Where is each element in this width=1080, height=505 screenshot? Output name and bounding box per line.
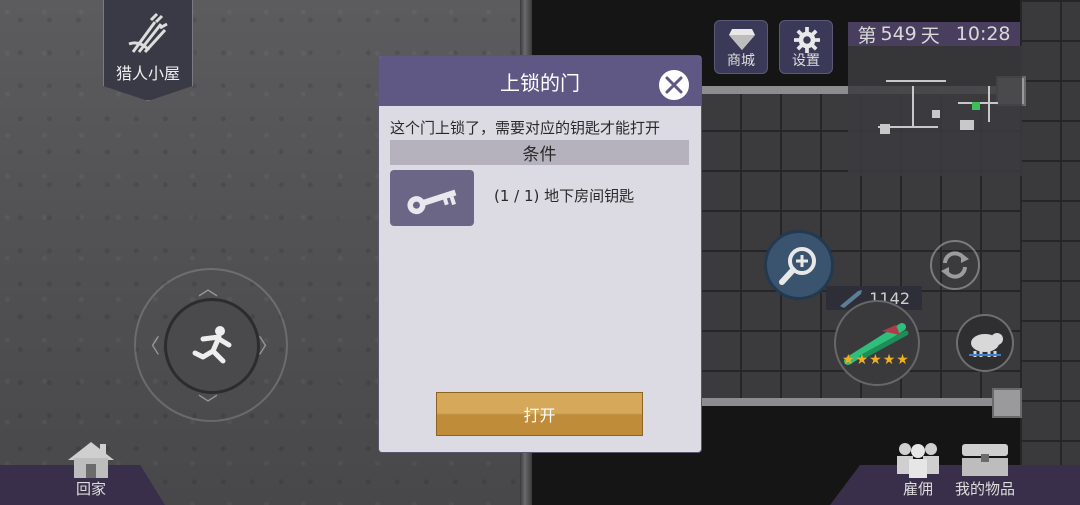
minimap-player-marker bbox=[972, 102, 980, 110]
hire-button[interactable]: 雇佣 bbox=[893, 440, 943, 499]
condition-header: 条件 bbox=[390, 140, 689, 165]
joystick-right-arrow-icon: 〉 bbox=[258, 334, 278, 358]
inventory-label: 我的物品 bbox=[955, 480, 1016, 498]
dialog-title: 上锁的门 bbox=[500, 70, 580, 95]
shop-button[interactable]: 商城 bbox=[714, 20, 768, 74]
requirement-text: (1 / 1) 地下房间钥匙 bbox=[494, 187, 635, 205]
minimap-wall bbox=[988, 86, 990, 122]
required-item-slot bbox=[390, 170, 474, 226]
inspect-button[interactable] bbox=[764, 230, 834, 300]
joystick-down-arrow-icon: ﹀ bbox=[198, 392, 218, 416]
key-icon bbox=[407, 189, 457, 215]
hire-label: 雇佣 bbox=[902, 480, 933, 498]
close-icon bbox=[665, 76, 683, 94]
locked-door-dialog: 上锁的门 这个门上锁了，需要对应的钥匙才能打开 条件 (1 / 1) 地下房间钥… bbox=[379, 56, 701, 452]
hunter-hut-button[interactable]: 猎人小屋 bbox=[103, 0, 193, 101]
room-wall-bottom bbox=[700, 398, 1010, 406]
go-home-button[interactable]: 回家 bbox=[66, 440, 116, 499]
wall-pillar bbox=[992, 388, 1022, 418]
minimap-wall bbox=[886, 80, 946, 82]
wheat-icon bbox=[128, 12, 168, 54]
settings-button[interactable]: 设置 bbox=[779, 20, 833, 74]
minimap-wall bbox=[912, 86, 914, 126]
running-man-icon bbox=[192, 326, 232, 364]
dialog-header: 上锁的门 bbox=[379, 56, 701, 106]
people-icon bbox=[897, 443, 939, 478]
companion-button[interactable] bbox=[956, 314, 1014, 372]
open-button-label: 打开 bbox=[523, 406, 556, 425]
shop-label: 商城 bbox=[727, 53, 755, 69]
gear-icon bbox=[794, 27, 820, 53]
weapon-star-rating: ★ ★ ★ ★ ★ bbox=[842, 352, 909, 368]
day-suffix: 天 bbox=[920, 24, 940, 47]
go-home-label: 回家 bbox=[75, 480, 106, 498]
star-icon: ★ bbox=[896, 352, 909, 368]
minimap-room-marker bbox=[960, 120, 974, 130]
open-button[interactable]: 打开 bbox=[436, 392, 643, 436]
joystick-up-arrow-icon: ︿ bbox=[198, 276, 218, 300]
star-icon: ★ bbox=[869, 352, 882, 368]
star-icon: ★ bbox=[842, 352, 855, 368]
boar-icon bbox=[969, 333, 1003, 357]
joystick-knob[interactable] bbox=[164, 298, 260, 394]
diamond-icon bbox=[729, 29, 755, 50]
minimap[interactable] bbox=[848, 46, 1022, 176]
tiled-room-right bbox=[1020, 0, 1080, 505]
minimap-room-marker bbox=[932, 110, 940, 118]
chest-icon bbox=[962, 444, 1008, 476]
star-icon: ★ bbox=[855, 352, 869, 368]
star-icon: ★ bbox=[882, 352, 896, 368]
zoom-in-icon bbox=[779, 247, 816, 285]
dialog-description: 这个门上锁了，需要对应的钥匙才能打开 bbox=[390, 119, 661, 137]
inventory-button[interactable]: 我的物品 bbox=[955, 440, 1015, 499]
day-time-display: 第 549 天 10:28 bbox=[848, 22, 1020, 47]
house-icon bbox=[68, 442, 114, 478]
joystick-left-arrow-icon: 〈 bbox=[140, 334, 160, 358]
clock-time: 10:28 bbox=[955, 23, 1011, 45]
settings-label: 设置 bbox=[792, 53, 820, 69]
day-prefix: 第 bbox=[857, 24, 877, 47]
minimap-room-marker bbox=[880, 124, 890, 134]
refresh-icon bbox=[941, 251, 969, 279]
day-number: 549 bbox=[880, 23, 917, 45]
weapon-attack-button[interactable] bbox=[834, 300, 920, 386]
close-button[interactable] bbox=[657, 68, 691, 102]
hunter-hut-label: 猎人小屋 bbox=[115, 64, 180, 83]
condition-header-label: 条件 bbox=[522, 145, 557, 165]
switch-button[interactable] bbox=[930, 240, 980, 290]
